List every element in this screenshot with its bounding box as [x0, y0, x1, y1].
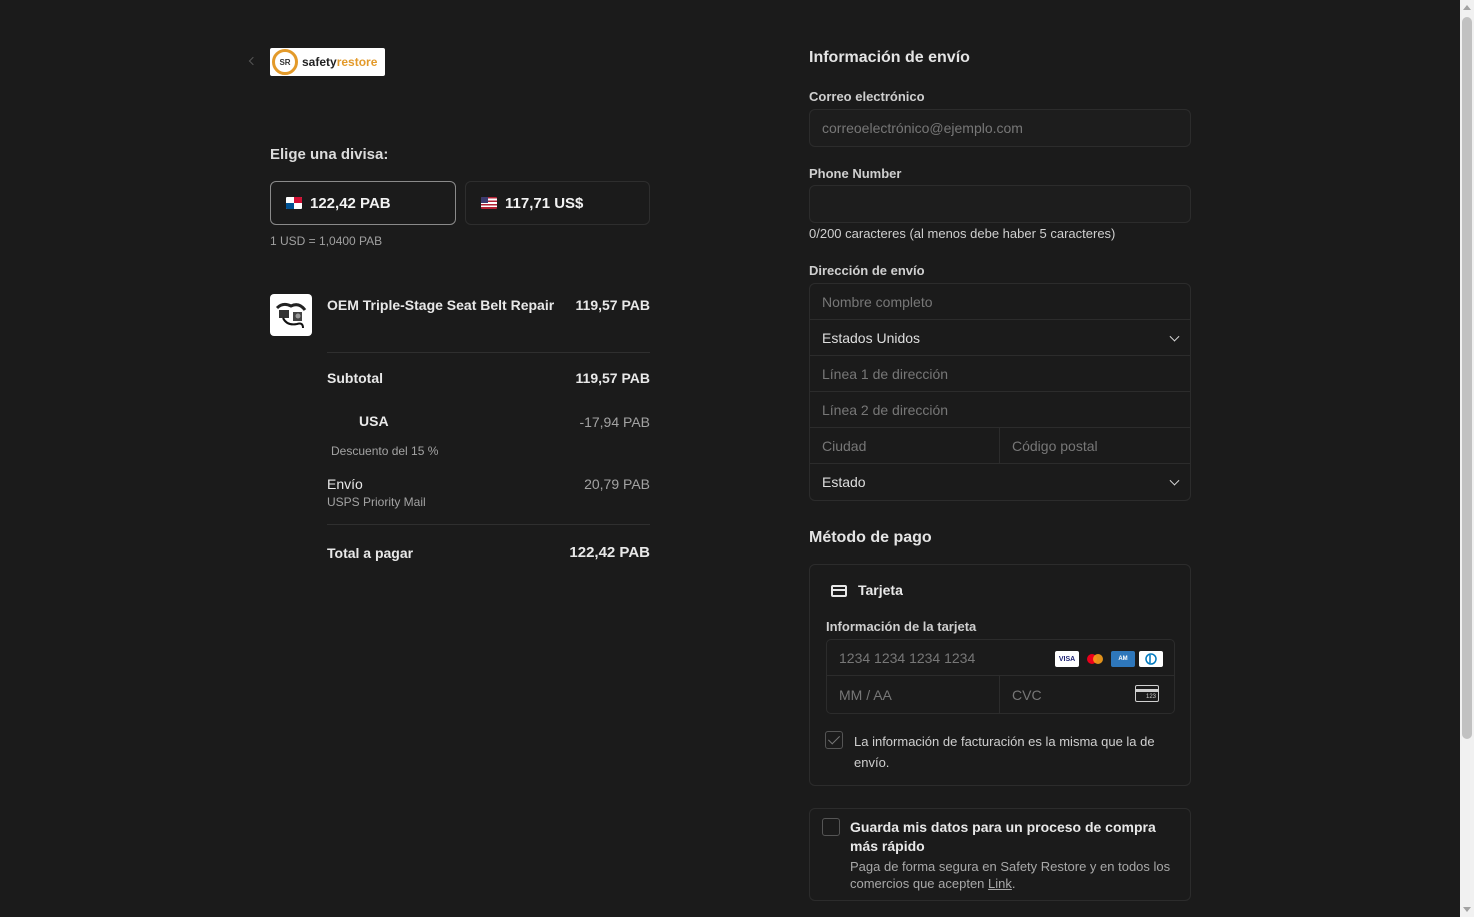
- email-placeholder: correoelectrónico@ejemplo.com: [822, 120, 1023, 136]
- email-field[interactable]: correoelectrónico@ejemplo.com: [809, 109, 1191, 147]
- us-flag-icon: [481, 197, 497, 209]
- email-label: Correo electrónico: [809, 89, 925, 104]
- cvc-field[interactable]: CVC 123: [1000, 676, 1174, 713]
- total-label: Total a pagar: [327, 545, 414, 561]
- currency-title: Elige una divisa:: [270, 146, 389, 163]
- address-line1-field[interactable]: Línea 1 de dirección: [810, 356, 1190, 392]
- total-value: 122,42 PAB: [569, 544, 650, 561]
- logo-wordmark: safetyrestore: [302, 55, 378, 69]
- shipping-amount: 20,79 PAB: [584, 476, 650, 492]
- currency-option-usd[interactable]: 117,71 US$: [465, 181, 650, 225]
- product-image: [270, 294, 312, 336]
- city-placeholder: Ciudad: [822, 437, 867, 454]
- panama-flag-icon: [286, 197, 302, 209]
- city-field[interactable]: Ciudad: [810, 428, 1000, 464]
- subtotal-label: Subtotal: [327, 370, 383, 386]
- discount-description: Descuento del 15 %: [331, 444, 439, 458]
- save-info-subtitle: Paga de forma segura en Safety Restore y…: [850, 858, 1180, 892]
- country-select[interactable]: Estados Unidos: [810, 320, 1190, 356]
- exchange-rate: 1 USD = 1,0400 PAB: [270, 234, 383, 248]
- card-number-placeholder: 1234 1234 1234 1234: [839, 649, 976, 666]
- postal-code-placeholder: Código postal: [1012, 437, 1098, 454]
- postal-code-field[interactable]: Código postal: [1000, 428, 1190, 464]
- state-value: Estado: [822, 474, 866, 490]
- shipping-label: Envío: [327, 476, 363, 492]
- visa-icon: VISA: [1055, 651, 1079, 667]
- scrollbar-thumb[interactable]: [1462, 17, 1472, 739]
- seat-belt-product-icon: [275, 302, 307, 329]
- page-scrollbar[interactable]: [1460, 0, 1474, 917]
- shipping-method: USPS Priority Mail: [327, 495, 426, 509]
- save-info-subtitle-end: .: [1011, 876, 1016, 891]
- card-info-label: Información de la tarjeta: [826, 619, 977, 634]
- safetyrestore-logo[interactable]: SR safetyrestore: [270, 48, 385, 76]
- payment-method-title: Método de pago: [809, 529, 932, 546]
- discount-amount: -17,94 PAB: [579, 414, 650, 430]
- save-info-title: Guarda mis datos para un proceso de comp…: [850, 819, 1156, 854]
- credit-card-icon: [831, 585, 847, 597]
- billing-same-label: La información de facturación es la mism…: [854, 734, 1155, 770]
- country-value: Estados Unidos: [822, 329, 921, 346]
- card-number-field[interactable]: 1234 1234 1234 1234 VISA AM: [827, 640, 1174, 676]
- back-arrow-icon[interactable]: [248, 56, 258, 66]
- phone-hint: 0/200 caracteres (al menos debe haber 5 …: [809, 226, 1116, 241]
- expiry-field[interactable]: MM / AA: [827, 676, 1000, 713]
- mastercard-icon: [1083, 651, 1107, 667]
- payment-box: Tarjeta Información de la tarjeta 1234 1…: [809, 564, 1191, 786]
- product-name: OEM Triple-Stage Seat Belt Repair: [327, 297, 555, 313]
- address-fieldset: Nombre completo Estados Unidos Línea 1 d…: [809, 283, 1191, 501]
- full-name-placeholder: Nombre completo: [822, 293, 933, 310]
- save-info-checkbox[interactable]: [822, 818, 840, 836]
- amex-icon: AM: [1111, 651, 1135, 667]
- logo-badge-icon: SR: [272, 49, 298, 75]
- subtotal-value: 119,57 PAB: [575, 370, 650, 386]
- currency-option-label: 122,42 PAB: [310, 194, 391, 212]
- cvc-placeholder: CVC: [1012, 686, 1042, 703]
- divider: [327, 524, 650, 525]
- scroll-up-icon[interactable]: [1463, 5, 1471, 10]
- tab-card[interactable]: Tarjeta: [858, 582, 903, 598]
- shipping-info-title: Información de envío: [809, 49, 970, 66]
- billing-same-checkbox[interactable]: [825, 731, 843, 749]
- full-name-field[interactable]: Nombre completo: [810, 284, 1190, 320]
- address-line1-placeholder: Línea 1 de dirección: [822, 365, 949, 382]
- chevron-down-icon: [1169, 331, 1180, 342]
- discount-code: USA: [359, 413, 389, 429]
- address-line2-field[interactable]: Línea 2 de dirección: [810, 392, 1190, 428]
- address-label: Dirección de envío: [809, 263, 925, 278]
- currency-option-label: 117,71 US$: [505, 194, 584, 212]
- link-anchor[interactable]: Link: [988, 876, 1012, 891]
- diners-club-icon: [1139, 651, 1163, 667]
- divider: [327, 352, 650, 353]
- chevron-down-icon: [1169, 475, 1180, 486]
- card-fields: 1234 1234 1234 1234 VISA AM MM / AA CVC …: [826, 639, 1175, 714]
- expiry-placeholder: MM / AA: [839, 686, 892, 703]
- currency-option-pab[interactable]: 122,42 PAB: [270, 181, 456, 225]
- phone-field[interactable]: [809, 185, 1191, 223]
- address-line2-placeholder: Línea 2 de dirección: [822, 401, 949, 418]
- phone-label: Phone Number: [809, 166, 902, 181]
- cvc-card-icon: 123: [1135, 685, 1159, 702]
- save-info-box: Guarda mis datos para un proceso de comp…: [809, 808, 1191, 901]
- scroll-down-icon[interactable]: [1463, 907, 1471, 912]
- product-price: 119,57 PAB: [575, 297, 650, 313]
- state-select[interactable]: Estado: [810, 464, 1190, 500]
